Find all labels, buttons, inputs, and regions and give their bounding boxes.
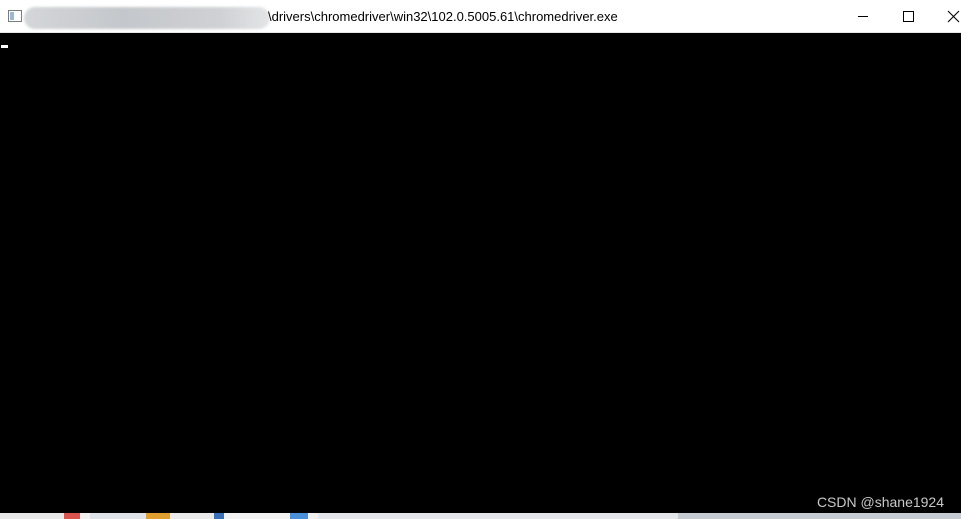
taskbar-segment (224, 513, 290, 519)
taskbar-segment (90, 513, 146, 519)
minimize-button[interactable] (840, 0, 886, 33)
taskbar-segment (214, 513, 224, 519)
console-app-icon[interactable] (8, 10, 22, 22)
window-title: \drivers\chromedriver\win32\102.0.5005.6… (268, 9, 618, 24)
maximize-button[interactable] (886, 0, 932, 33)
close-button[interactable] (932, 0, 961, 33)
taskbar-segment (290, 513, 308, 519)
console-window: \drivers\chromedriver\win32\102.0.5005.6… (0, 0, 961, 519)
maximize-icon (903, 11, 914, 22)
taskbar-segment (308, 513, 318, 519)
background-taskbar-strip (0, 513, 961, 519)
text-cursor (1, 45, 8, 48)
redacted-path-blur (24, 7, 270, 29)
taskbar-segment (678, 513, 961, 519)
taskbar-segment (170, 513, 214, 519)
taskbar-segment (0, 513, 64, 519)
taskbar-segment (146, 513, 170, 519)
taskbar-segment (80, 513, 90, 519)
console-output[interactable] (0, 33, 961, 513)
title-bar[interactable]: \drivers\chromedriver\win32\102.0.5005.6… (0, 0, 961, 33)
taskbar-segment (64, 513, 80, 519)
minimize-icon (858, 16, 868, 17)
taskbar-segment (318, 513, 678, 519)
close-icon (947, 10, 960, 23)
watermark: CSDN @shane1924 (816, 494, 944, 510)
